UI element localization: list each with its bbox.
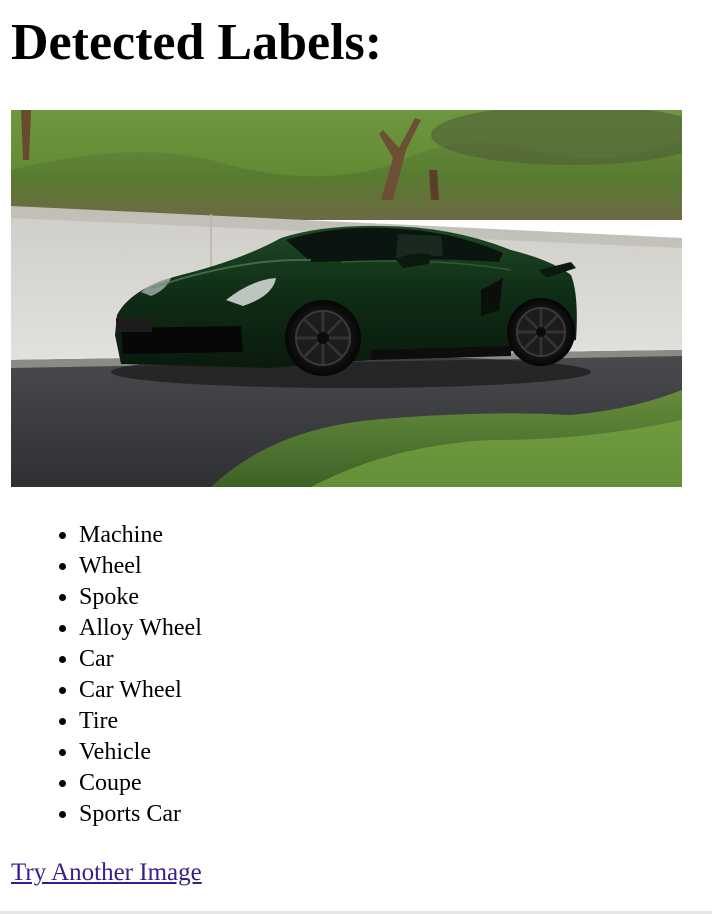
list-item: Spoke (79, 582, 202, 613)
uploaded-car-photo (11, 110, 682, 487)
list-item: Vehicle (79, 737, 202, 768)
try-another-image-link[interactable]: Try Another Image (11, 856, 202, 890)
list-item: Coupe (79, 768, 202, 799)
list-item: Wheel (79, 551, 202, 582)
list-item: Car (79, 644, 202, 675)
list-item: Tire (79, 706, 202, 737)
list-item: Alloy Wheel (79, 613, 202, 644)
page-title: Detected Labels: (11, 14, 383, 71)
list-item: Sports Car (79, 799, 202, 830)
results-page: Detected Labels: • Machine • Wheel • Spo… (0, 0, 712, 914)
list-item: Car Wheel (79, 675, 202, 706)
detected-labels-list: Machine Wheel Spoke Alloy Wheel Car Car … (0, 520, 202, 830)
list-item: Machine (79, 520, 202, 551)
